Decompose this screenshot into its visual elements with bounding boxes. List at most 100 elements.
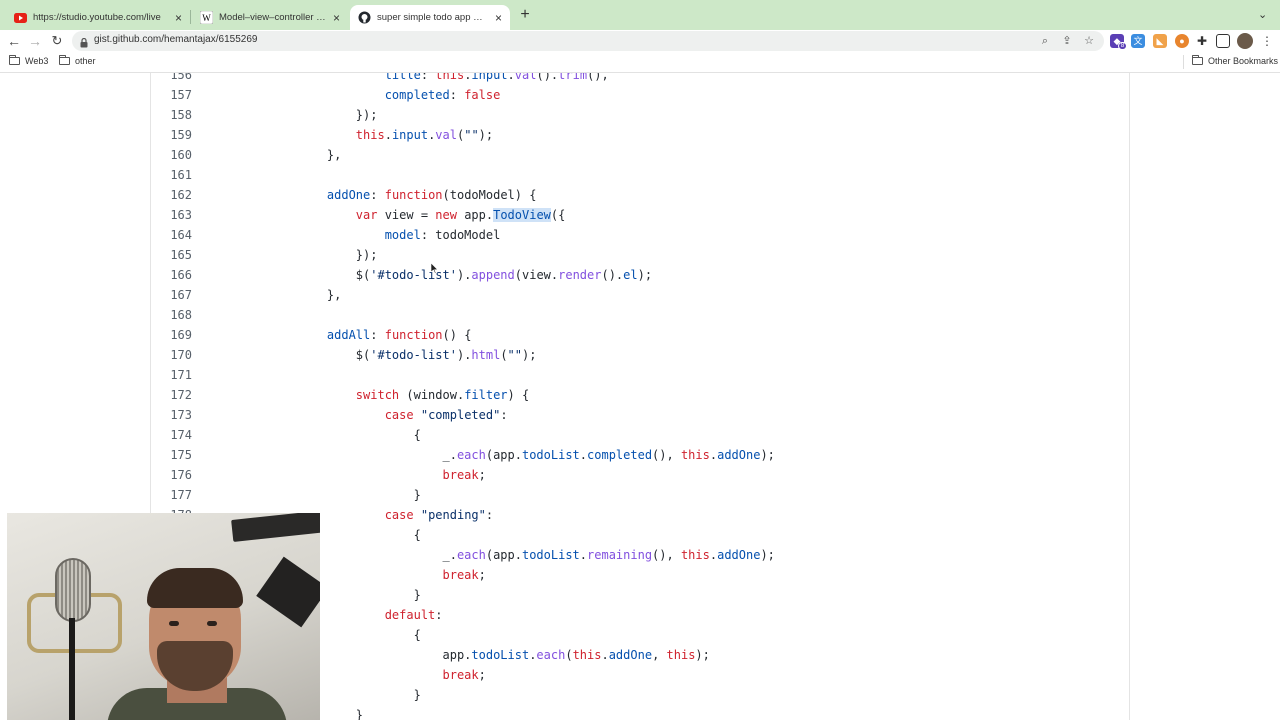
code-line: 170 $('#todo-list').html(""); xyxy=(151,345,1131,365)
line-number[interactable]: 168 xyxy=(151,305,192,325)
code-text: }); xyxy=(298,248,378,262)
line-number[interactable]: 177 xyxy=(151,485,192,505)
address-bar[interactable]: gist.github.com/hemantajax/6155269 ⌕ ⇪ ☆ xyxy=(72,31,1104,51)
line-number[interactable]: 157 xyxy=(151,85,192,105)
line-number[interactable]: 170 xyxy=(151,345,192,365)
other-bookmarks-folder[interactable]: Other Bookmarks xyxy=(1192,55,1279,66)
line-number[interactable]: 161 xyxy=(151,165,192,185)
tab-strip: https://studio.youtube.com/live × W Mode… xyxy=(0,0,1280,30)
reload-icon[interactable]: ↻ xyxy=(48,32,66,50)
code-text: }); xyxy=(298,108,378,122)
share-icon[interactable]: ⇪ xyxy=(1060,34,1074,48)
line-number[interactable]: 175 xyxy=(151,445,192,465)
back-arrow-icon[interactable]: ← xyxy=(5,32,23,50)
line-number[interactable]: 169 xyxy=(151,325,192,345)
extensions-puzzle-icon[interactable]: ✚ xyxy=(1195,34,1209,48)
code-line: 158 }); xyxy=(151,105,1131,125)
youtube-icon xyxy=(14,11,27,24)
tab-wikipedia-mvc[interactable]: W Model–view–controller - Wikipedia × xyxy=(192,5,348,30)
honey-extension-icon[interactable]: ● xyxy=(1175,34,1189,48)
code-line: 173 case "completed": xyxy=(151,405,1131,425)
line-number[interactable]: 174 xyxy=(151,425,192,445)
line-number[interactable]: 171 xyxy=(151,365,192,385)
code-line: 159 this.input.val(""); xyxy=(151,125,1131,145)
wikipedia-icon: W xyxy=(200,11,213,24)
code-text: $('#todo-list').html(""); xyxy=(298,348,537,362)
url-text: gist.github.com/hemantajax/6155269 xyxy=(94,34,258,45)
code-line: 168 xyxy=(151,305,1131,325)
line-number[interactable]: 165 xyxy=(151,245,192,265)
code-text: break; xyxy=(442,568,486,582)
tab-youtube-studio[interactable]: https://studio.youtube.com/live × xyxy=(6,5,190,30)
code-text: addOne: function(todoModel) { xyxy=(326,188,537,202)
tab-search-chevron-icon[interactable]: ⌄ xyxy=(1258,8,1267,21)
code-line: 156 title: this.input.val().trim(), xyxy=(151,73,1131,85)
code-text: this.input.val(""); xyxy=(355,128,494,142)
tab-github-gist[interactable]: super simple todo app with backbone × xyxy=(350,5,510,30)
metamask-fox-icon[interactable]: ◣ xyxy=(1153,34,1167,48)
line-number[interactable]: 158 xyxy=(151,105,192,125)
close-tab-icon[interactable]: × xyxy=(333,12,340,24)
tab-title: https://studio.youtube.com/live xyxy=(33,12,161,23)
github-icon xyxy=(358,11,371,24)
other-bookmarks-label: Other Bookmarks xyxy=(1208,56,1279,66)
line-number[interactable]: 159 xyxy=(151,125,192,145)
close-tab-icon[interactable]: × xyxy=(175,12,182,24)
code-text: $('#todo-list').append(view.render().el)… xyxy=(298,268,653,282)
more-menu-icon[interactable]: ⋮ xyxy=(1258,32,1276,50)
line-number[interactable]: 173 xyxy=(151,405,192,425)
line-number[interactable]: 164 xyxy=(151,225,192,245)
code-text: case "completed": xyxy=(384,408,508,422)
line-number[interactable]: 166 xyxy=(151,265,192,285)
new-tab-button[interactable]: + xyxy=(516,6,534,24)
line-number[interactable]: 172 xyxy=(151,385,192,405)
code-text: break; xyxy=(442,468,486,482)
zoom-icon[interactable]: ⌕ xyxy=(1038,34,1052,48)
bookmark-star-icon[interactable]: ☆ xyxy=(1082,34,1096,48)
bookmarks-bar: Web3 other Other Bookmarks xyxy=(0,52,1280,73)
forward-arrow-icon[interactable]: → xyxy=(26,32,44,50)
code-text: }, xyxy=(298,288,342,302)
code-line: 165 }); xyxy=(151,245,1131,265)
code-text: break; xyxy=(442,668,486,682)
bookmark-folder-other[interactable]: other xyxy=(59,55,96,66)
code-text: case "pending": xyxy=(384,508,494,522)
code-text: app.todoList.each(this.addOne, this); xyxy=(298,648,710,662)
translate-extension-icon[interactable]: 文 xyxy=(1131,34,1145,48)
line-number[interactable]: 167 xyxy=(151,285,192,305)
line-number[interactable]: 176 xyxy=(151,465,192,485)
code-line: 163 var view = new app.TodoView({ xyxy=(151,205,1131,225)
code-line: 161 xyxy=(151,165,1131,185)
tab-title: Model–view–controller - Wikipedia xyxy=(219,12,327,23)
code-line: 175 _.each(app.todoList.completed(), thi… xyxy=(151,445,1131,465)
code-text: model: todoModel xyxy=(384,228,501,242)
bookmark-folder-web3[interactable]: Web3 xyxy=(9,55,49,66)
lock-icon xyxy=(80,35,88,53)
code-text: _.each(app.todoList.completed(), this.ad… xyxy=(298,448,775,462)
extension-badge: 8 xyxy=(1118,42,1127,50)
line-number[interactable]: 156 xyxy=(151,73,192,85)
code-text: completed: false xyxy=(384,88,501,102)
microphone xyxy=(55,558,91,622)
code-line: 167 }, xyxy=(151,285,1131,305)
line-number[interactable]: 160 xyxy=(151,145,192,165)
code-text: }, xyxy=(298,148,342,162)
sidebar-panel-icon[interactable] xyxy=(1216,34,1230,48)
close-tab-icon[interactable]: × xyxy=(495,12,502,24)
code-text: } xyxy=(298,488,421,502)
code-line: 171 xyxy=(151,365,1131,385)
code-text: addAll: function() { xyxy=(326,328,472,342)
code-line: 177 } xyxy=(151,485,1131,505)
line-number[interactable]: 162 xyxy=(151,185,192,205)
folder-icon xyxy=(1192,55,1203,65)
code-line: 169 addAll: function() { xyxy=(151,325,1131,345)
code-line: 157 completed: false xyxy=(151,85,1131,105)
code-line: 174 { xyxy=(151,425,1131,445)
mouse-cursor xyxy=(430,261,439,274)
tab-title: super simple todo app with backbone xyxy=(377,12,489,23)
profile-avatar[interactable] xyxy=(1237,33,1253,49)
code-text: { xyxy=(298,428,421,442)
line-number[interactable]: 163 xyxy=(151,205,192,225)
browser-toolbar: ← → ↻ gist.github.com/hemantajax/6155269… xyxy=(0,30,1280,52)
bookmark-label: Web3 xyxy=(25,56,49,66)
